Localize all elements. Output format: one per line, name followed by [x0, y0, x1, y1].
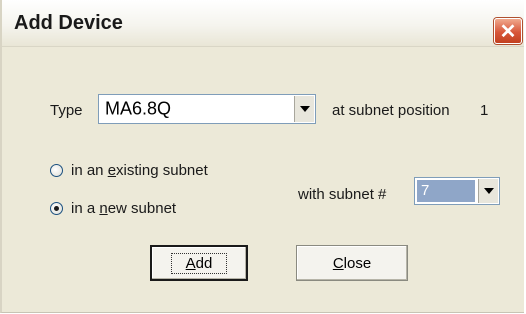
add-button-label: Add	[170, 252, 228, 274]
existing-subnet-option[interactable]: in an existing subnet	[50, 162, 208, 179]
device-type-value: MA6.8Q	[105, 98, 172, 119]
chevron-down-icon	[483, 188, 494, 194]
title-bar[interactable]: Add Device ✕	[2, 0, 524, 47]
device-type-select[interactable]: MA6.8Q	[98, 94, 316, 124]
subnet-position-label: at subnet position	[332, 102, 450, 119]
close-button[interactable]: Close	[296, 245, 408, 281]
subnet-number-label: with subnet #	[298, 186, 387, 203]
close-window-button[interactable]: ✕	[494, 18, 522, 44]
subnet-number-value: 7	[417, 180, 475, 202]
existing-subnet-label: in an existing subnet	[71, 162, 208, 179]
new-subnet-radio[interactable]	[50, 202, 63, 215]
close-button-label: Close	[332, 254, 372, 272]
close-icon: ✕	[499, 20, 517, 43]
new-subnet-label: in a new subnet	[71, 200, 177, 217]
device-type-dropdown-button[interactable]	[294, 96, 314, 122]
subnet-number-dropdown-button[interactable]	[478, 179, 498, 203]
type-label: Type	[50, 102, 83, 119]
existing-subnet-radio[interactable]	[50, 164, 63, 177]
chevron-down-icon	[299, 106, 310, 112]
add-device-dialog: Add Device ✕ Type MA6.8Q at subnet posit…	[0, 0, 524, 313]
dialog-title: Add Device	[14, 12, 123, 34]
subnet-number-select[interactable]: 7	[414, 177, 500, 205]
new-subnet-option[interactable]: in a new subnet	[50, 200, 176, 217]
subnet-position-value: 1	[480, 102, 489, 119]
add-button[interactable]: Add	[150, 245, 248, 281]
